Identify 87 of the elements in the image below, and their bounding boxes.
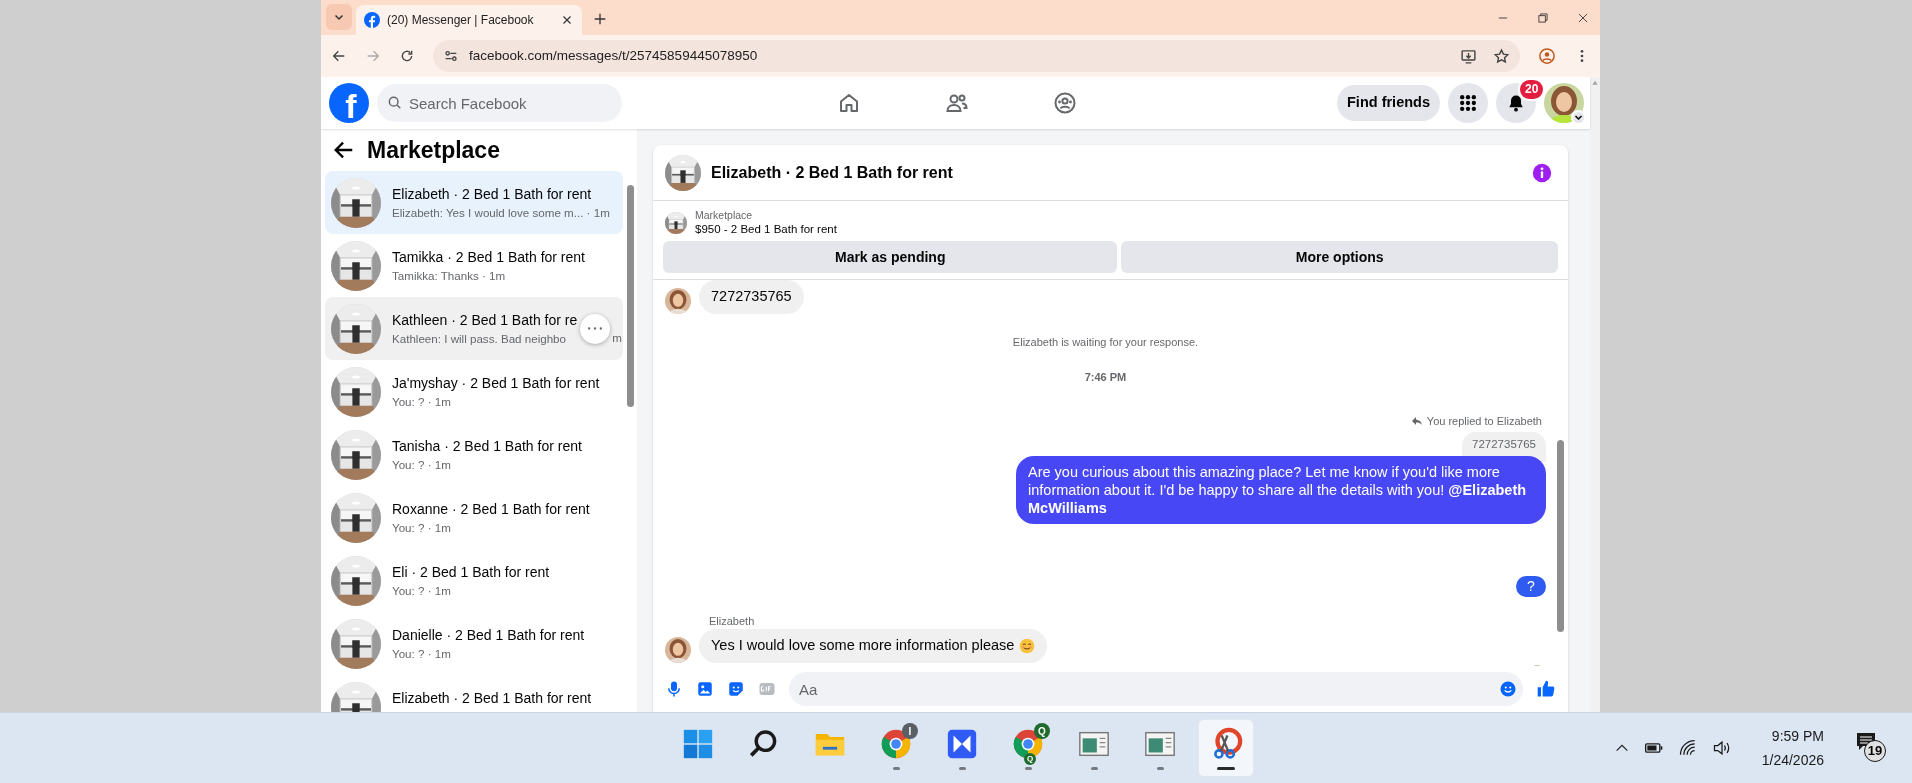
app-badge: Q — [1034, 723, 1050, 739]
sticker-icon[interactable] — [727, 680, 745, 698]
message-field[interactable]: Aa — [789, 672, 1523, 706]
message-bubble: Yes I would love some more information please — [699, 629, 1048, 663]
conversation-title: Tamikka · 2 Bed 1 Bath for rent — [392, 247, 585, 267]
chevron-down-icon — [1574, 113, 1583, 122]
menu-button[interactable] — [1448, 83, 1488, 123]
listing-title: $950 - 2 Bed 1 Bath for rent — [695, 222, 837, 237]
emoji-icon[interactable] — [1499, 680, 1517, 698]
conversation-preview: Tamikka: Thanks · 1m — [392, 267, 507, 284]
notification-count: 19 — [1864, 740, 1886, 762]
action-button[interactable]: Mark as pending — [663, 241, 1118, 273]
conversation-item[interactable]: Roxanne · 2 Bed 1 Bath for rent You: ? · 1m — [325, 486, 623, 549]
conversation-title: Tanisha · 2 Bed 1 Bath for rent — [392, 436, 582, 456]
conversation-title: Danielle · 2 Bed 1 Bath for rent — [392, 625, 585, 645]
conversation-preview: You: ? · 1m — [392, 456, 452, 473]
photo-icon[interactable] — [696, 680, 714, 698]
like-icon[interactable] — [1536, 679, 1556, 699]
scrollbar[interactable] — [627, 185, 634, 407]
tab-list-button[interactable] — [326, 4, 352, 30]
volume-icon[interactable] — [1711, 738, 1732, 758]
sender-name: Elizabeth — [709, 613, 756, 629]
message-bubble: 7272735765 — [699, 280, 804, 314]
conversation-item[interactable]: Tamikka · 2 Bed 1 Bath for rent Tamikka: Thanks · 1m — [325, 234, 623, 297]
search-field[interactable]: Search Facebook — [377, 84, 622, 122]
account-caret-icon[interactable] — [1571, 110, 1586, 125]
wifi-icon[interactable] — [1677, 738, 1698, 758]
taskbar-app[interactable]: Q Q — [1000, 719, 1056, 777]
message-bubble: Are you curious about this amazing place? Let me know if you'd like more information about it. I'd be happy to share all the details with you! @Elizabeth McWilliams — [1016, 455, 1546, 524]
back-icon[interactable] — [331, 48, 347, 64]
info-icon[interactable] — [1532, 162, 1552, 183]
reload-icon[interactable] — [399, 48, 415, 64]
browser-tab[interactable]: (20) Messenger | Facebook — [356, 5, 582, 35]
conversation-preview: You: ? · 1m — [392, 519, 452, 536]
search-icon — [387, 95, 403, 111]
conversation-preview: You: ? · 1m — [392, 645, 452, 662]
find-friends-button[interactable]: Find friends — [1337, 85, 1440, 121]
listing-label: Marketplace — [695, 209, 754, 222]
facebook-icon — [364, 12, 380, 28]
reply-icon — [1410, 415, 1423, 427]
scrollbar[interactable] — [1557, 440, 1564, 632]
smiling-face-icon — [1019, 637, 1036, 654]
conversation-title: Ja'myshay · 2 Bed 1 Bath for rent — [392, 373, 600, 393]
timestamp: 7:46 PM — [1084, 370, 1127, 386]
notification-badge: 20 — [1518, 78, 1546, 101]
conversation-title: Eli · 2 Bed 1 Bath for rent — [392, 562, 550, 582]
site-info-icon[interactable] — [443, 48, 459, 64]
page-scrollbar[interactable] — [1590, 77, 1600, 712]
action-button[interactable]: More options — [1121, 241, 1558, 273]
conversation-item[interactable]: Tanisha · 2 Bed 1 Bath for rent You: ? · 1m — [325, 423, 623, 486]
conversation-preview: You: ? · 1m — [392, 393, 452, 410]
bookmark-star-icon[interactable] — [1493, 47, 1510, 65]
conversation-preview: Kathleen: I will pass. Bad neighbo — [392, 330, 568, 347]
taskbar-app[interactable] — [1198, 719, 1254, 777]
back-arrow-icon[interactable] — [333, 139, 355, 161]
conversation-item[interactable]: Eli · 2 Bed 1 Bath for rent You: ? · 1m — [325, 549, 623, 612]
conversation-item[interactable]: Kathleen · 2 Bed 1 Bath for re Kathleen: I will pass. Bad neighbo m — [325, 297, 623, 360]
microphone-icon[interactable] — [665, 680, 683, 698]
new-tab-icon[interactable] — [592, 11, 608, 27]
conversation-preview: Elizabeth: Yes I would love some m... · 1m — [392, 204, 610, 221]
facebook-logo[interactable]: f — [329, 83, 369, 123]
conversation-item[interactable]: Danielle · 2 Bed 1 Bath for rent You: ? · 1m — [325, 612, 623, 675]
grid-icon — [1458, 93, 1478, 113]
conversation-title: Elizabeth · 2 Bed 1 Bath for rent — [392, 688, 592, 708]
conversation-item[interactable]: Ja'myshay · 2 Bed 1 Bath for rent You: ? · 1m — [325, 360, 623, 423]
clock-time[interactable]: 9:59 PM — [1771, 724, 1824, 748]
restore-icon[interactable] — [1536, 10, 1550, 25]
conversation-title: Roxanne · 2 Bed 1 Bath for rent — [392, 499, 590, 519]
conversation-preview: m — [612, 330, 622, 346]
profile-icon[interactable] — [1538, 47, 1556, 65]
taskbar-app[interactable]: I — [868, 719, 924, 777]
conversation-preview: You: ? · 1m — [392, 582, 452, 599]
status-notice: Elizabeth is waiting for your response. — [1012, 334, 1199, 350]
groups-icon — [1052, 91, 1077, 115]
conversation-title: Kathleen · 2 Bed 1 Bath for re — [392, 310, 578, 330]
conversation-title: Elizabeth · 2 Bed 1 Bath for rent — [392, 184, 593, 204]
chat-title: Elizabeth · 2 Bed 1 Bath for rent — [711, 162, 953, 183]
more-icon — [588, 327, 603, 330]
clock-date[interactable]: 1/24/2026 — [1761, 748, 1824, 772]
scroll-up-icon — [1591, 79, 1599, 87]
address-bar[interactable]: facebook.com/messages/t/25745859445078950 — [433, 40, 1520, 72]
app-badge: I — [902, 723, 918, 739]
install-app-icon[interactable] — [1460, 47, 1477, 65]
conversation-item[interactable]: Elizabeth · 2 Bed 1 Bath for rent Elizabeth: Yes I would love some m... · 1m — [325, 171, 623, 234]
reply-note: You replied to Elizabeth — [1426, 413, 1542, 429]
sidebar-title: Marketplace — [367, 135, 500, 165]
message-bubble: ? — [1516, 575, 1546, 597]
